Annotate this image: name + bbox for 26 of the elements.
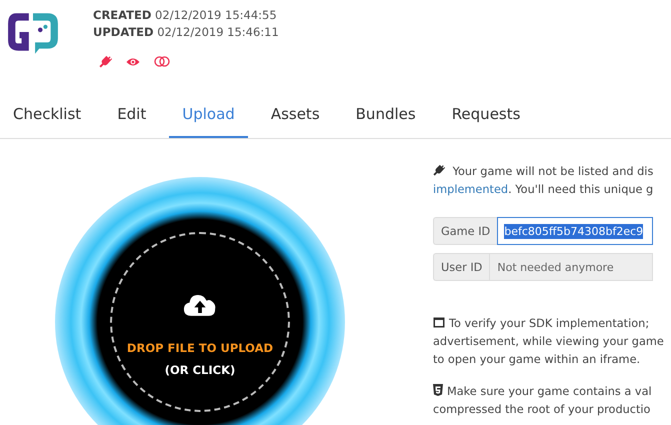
field-label: User ID	[433, 253, 490, 281]
id-field[interactable]: Not needed anymore	[489, 253, 653, 281]
field-label: Game ID	[433, 217, 498, 245]
tab[interactable]: Bundles	[342, 91, 429, 138]
tab[interactable]: Requests	[438, 91, 534, 138]
linked-circles-icon	[154, 56, 170, 67]
window-icon	[433, 317, 445, 328]
upload-portal-drawing[interactable]: DROP FILE TO UPLOAD (OR CLICK)	[55, 177, 345, 425]
tab[interactable]: Checklist	[0, 91, 94, 138]
instruction-note: Make sure your game contains a val compressed the root of your productio	[433, 383, 653, 418]
tab[interactable]: Upload	[169, 91, 248, 138]
tab[interactable]: Assets	[258, 91, 333, 138]
listing-notice: Your game will not be listed and dis implemented. You'll need this unique g	[433, 163, 654, 198]
plug-icon	[99, 55, 112, 68]
cloud-upload-icon	[183, 292, 217, 317]
created-date: CREATED 02/12/2019 15:44:55	[93, 7, 278, 24]
upload-subtitle: (OR CLICK)	[164, 363, 236, 377]
implemented-link[interactable]: implemented	[433, 183, 508, 196]
instruction-note: To verify your SDK implementation; advertisement, while viewing your game to open your game within an iframe.	[433, 316, 665, 368]
eye-icon	[126, 56, 140, 66]
id-field[interactable]: befc805ff5b74308bf2ec9	[497, 217, 653, 245]
tab[interactable]: Edit	[104, 91, 160, 138]
updated-date: UPDATED 02/12/2019 15:46:11	[93, 24, 279, 41]
plug-icon	[433, 164, 445, 176]
html5-icon	[433, 384, 443, 396]
upload-title: DROP FILE TO UPLOAD	[126, 341, 274, 355]
